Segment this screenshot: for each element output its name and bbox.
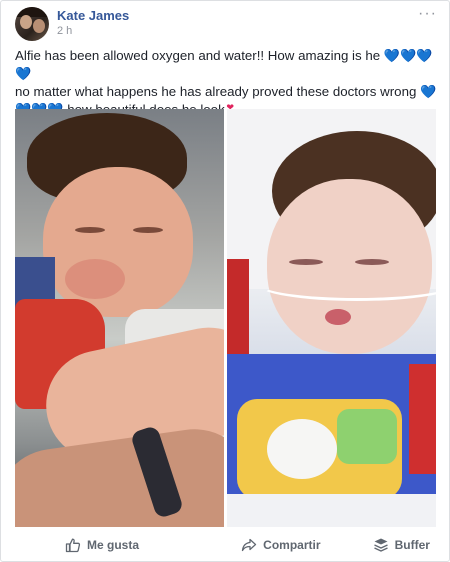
post-text-line2: no matter what happens he has already pr…: [15, 84, 421, 99]
photo-shape: [133, 227, 163, 233]
avatar-hair: [15, 7, 49, 17]
photo-shape: [43, 167, 193, 317]
photo-left[interactable]: [15, 109, 224, 527]
share-arrow-icon: [241, 537, 257, 553]
like-label: Me gusta: [87, 538, 140, 552]
post-actions: Me gusta Compartir Buffer: [15, 531, 436, 559]
author-name[interactable]: Kate James: [57, 7, 129, 24]
avatar[interactable]: [15, 7, 49, 41]
avatar-face-right: [33, 19, 45, 33]
blue-heart-icon: 💙: [420, 84, 437, 99]
thumbs-up-icon: [65, 537, 81, 553]
photo-shape: [75, 227, 105, 233]
post-header: Kate James 2 h: [15, 7, 129, 43]
share-label: Compartir: [263, 538, 321, 552]
photo-right[interactable]: [227, 109, 436, 527]
more-dots-icon[interactable]: ···: [418, 5, 437, 23]
photo-shape: [65, 259, 125, 299]
photo-shape: [325, 309, 351, 325]
buffer-label: Buffer: [394, 538, 430, 552]
author-block: Kate James 2 h: [57, 7, 129, 38]
buffer-stack-icon: [373, 537, 389, 553]
photo-collage: [15, 109, 436, 527]
photo-shape: [337, 409, 397, 464]
photo-shape: [267, 419, 337, 479]
post-timestamp[interactable]: 2 h: [57, 24, 129, 38]
share-button[interactable]: Compartir: [191, 537, 360, 553]
photo-shape: [227, 494, 436, 527]
photo-shape: [409, 364, 436, 474]
buffer-button[interactable]: Buffer: [373, 537, 436, 553]
post-text-line1: Alfie has been allowed oxygen and water!…: [15, 48, 384, 63]
post-card: Kate James 2 h ··· Alfie has been allowe…: [0, 0, 450, 562]
avatar-face-left: [20, 15, 32, 29]
photo-shape: [289, 259, 323, 265]
like-button[interactable]: Me gusta: [15, 537, 179, 553]
photo-shape: [355, 259, 389, 265]
